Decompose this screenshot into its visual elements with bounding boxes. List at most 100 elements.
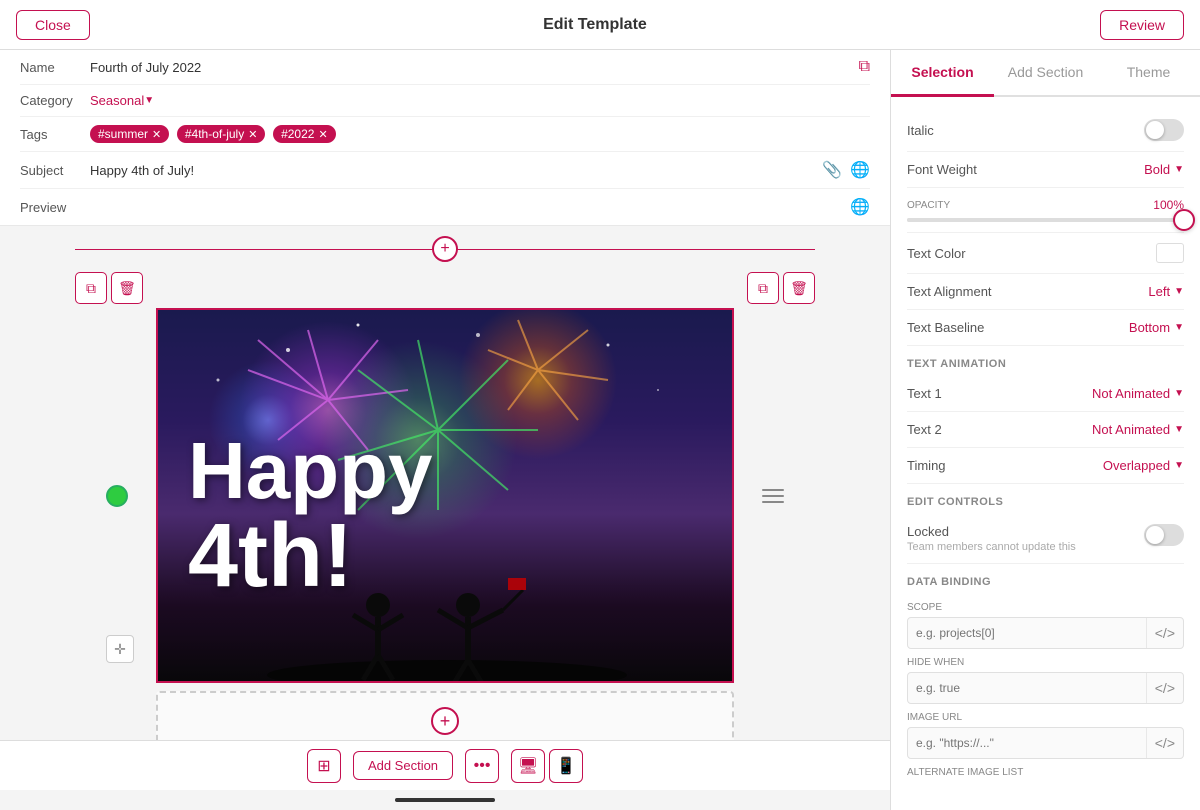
tab-bar: Selection Add Section Theme	[891, 50, 1200, 97]
hide-when-input[interactable]	[908, 675, 1146, 701]
locked-toggle[interactable]	[1144, 524, 1184, 546]
image-block[interactable]: Happy 4th!	[156, 308, 734, 683]
italic-toggle-knob	[1146, 121, 1164, 139]
edit-controls-header: Edit Controls	[907, 484, 1184, 514]
italic-toggle[interactable]	[1144, 119, 1184, 141]
scope-input[interactable]	[908, 620, 1146, 646]
font-weight-label: Font Weight	[907, 162, 977, 177]
tag-summer-remove[interactable]: ✕	[152, 128, 161, 141]
ham-line-2	[762, 495, 784, 497]
scope-code-button[interactable]: </>	[1146, 618, 1183, 648]
tab-theme[interactable]: Theme	[1097, 50, 1200, 97]
add-section-above-button[interactable]: +	[432, 236, 458, 262]
hide-when-label: HIDE WHEN	[907, 657, 1184, 668]
section-controls-top: ⧉ 🗑 ⧉ 🗑	[75, 268, 815, 308]
text1-animation-label: Text 1	[907, 386, 942, 401]
copy-section-right-button[interactable]: ⧉	[747, 272, 779, 304]
category-label: Category	[20, 93, 90, 108]
image-url-input-row: </>	[907, 727, 1184, 759]
text2-animation-value[interactable]: Not Animated ▼	[1092, 422, 1184, 437]
text-alignment-value[interactable]: Left ▼	[1148, 284, 1184, 299]
name-value: Fourth of July 2022	[90, 60, 859, 75]
category-row: Category Seasonal ▼	[20, 85, 870, 117]
globe-icon[interactable]: 🌐	[850, 160, 870, 180]
plus-line-top: +	[75, 230, 815, 268]
text-animation-header: Text Animation	[907, 346, 1184, 376]
image-url-input[interactable]	[908, 730, 1146, 756]
tag-2022[interactable]: #2022 ✕	[273, 125, 336, 143]
hide-when-input-row: </>	[907, 672, 1184, 704]
image-url-label: IMAGE URL	[907, 712, 1184, 723]
copy-icon[interactable]: ⧉	[859, 58, 870, 76]
text2-animation-text: Not Animated	[1092, 422, 1170, 437]
happy-text: Happy	[188, 431, 433, 511]
bottom-toolbar: ⊞ Add Section ••• 🖥 📱	[0, 740, 890, 790]
move-handle[interactable]: ✛	[106, 635, 134, 663]
preview-globe-icon[interactable]: 🌐	[850, 197, 870, 217]
add-section-button[interactable]: Add Section	[353, 751, 453, 780]
name-label: Name	[20, 60, 90, 75]
text-color-swatch[interactable]	[1156, 243, 1184, 263]
hide-when-code-button[interactable]: </>	[1146, 673, 1183, 703]
text2-animation-label: Text 2	[907, 422, 942, 437]
status-dot	[106, 485, 128, 507]
text1-animation-arrow-icon: ▼	[1174, 388, 1184, 399]
subject-label: Subject	[20, 163, 90, 178]
text1-animation-value[interactable]: Not Animated ▼	[1092, 386, 1184, 401]
text-color-row: Text Color	[907, 233, 1184, 274]
text-alignment-row: Text Alignment Left ▼	[907, 274, 1184, 310]
opacity-slider-thumb[interactable]	[1173, 209, 1195, 231]
font-weight-value[interactable]: Bold ▼	[1144, 162, 1184, 177]
left-panel: Name Fourth of July 2022 ⧉ Category Seas…	[0, 50, 890, 810]
more-options-button[interactable]: •••	[465, 749, 499, 783]
attach-icon[interactable]: 📎	[822, 160, 842, 180]
ham-line-3	[762, 501, 784, 503]
opacity-label-row: OPACITY 100%	[907, 198, 1184, 212]
text-baseline-label: Text Baseline	[907, 320, 984, 335]
text-baseline-text: Bottom	[1129, 320, 1170, 335]
delete-section-right-button[interactable]: 🗑	[783, 272, 815, 304]
tab-add-section[interactable]: Add Section	[994, 50, 1097, 97]
review-button[interactable]: Review	[1100, 10, 1184, 40]
category-value[interactable]: Seasonal	[90, 93, 144, 108]
desktop-view-button[interactable]: 🖥	[511, 749, 545, 783]
text-baseline-row: Text Baseline Bottom ▼	[907, 310, 1184, 346]
timing-label: Timing	[907, 458, 946, 473]
right-panel: Selection Add Section Theme Italic Font …	[890, 50, 1200, 810]
tag-4th[interactable]: #4th-of-july ✕	[177, 125, 266, 143]
locked-section: Locked Team members cannot update this	[907, 514, 1184, 564]
add-content-placeholder: +	[156, 691, 734, 740]
tag-4th-remove[interactable]: ✕	[248, 128, 257, 141]
subject-icons: 📎 🌐	[822, 160, 870, 180]
section-block: ⧉ 🗑 ⧉ 🗑	[75, 268, 815, 740]
locked-toggle-knob	[1146, 526, 1164, 544]
tag-summer[interactable]: #summer ✕	[90, 125, 169, 143]
text-alignment-text: Left	[1148, 284, 1170, 299]
grid-button[interactable]: ⊞	[307, 749, 341, 783]
opacity-slider-track[interactable]	[907, 218, 1184, 222]
image-url-field: IMAGE URL </>	[907, 712, 1184, 759]
locked-text: Locked Team members cannot update this	[907, 524, 1076, 553]
image-block-wrapper: Happy 4th!	[156, 308, 734, 683]
mobile-view-button[interactable]: 📱	[549, 749, 583, 783]
font-weight-text: Bold	[1144, 162, 1170, 177]
tag-2022-remove[interactable]: ✕	[318, 128, 327, 141]
text-baseline-arrow-icon: ▼	[1174, 322, 1184, 333]
timing-value[interactable]: Overlapped ▼	[1103, 458, 1184, 473]
image-url-code-button[interactable]: </>	[1146, 728, 1183, 758]
delete-section-button[interactable]: 🗑	[111, 272, 143, 304]
copy-section-button[interactable]: ⧉	[75, 272, 107, 304]
hide-when-field: HIDE WHEN </>	[907, 657, 1184, 704]
text-color-label: Text Color	[907, 246, 966, 261]
right-ctrl-group: ⧉ 🗑	[747, 272, 815, 304]
category-arrow-icon: ▼	[144, 95, 154, 106]
add-content-button[interactable]: +	[431, 707, 459, 735]
close-button[interactable]: Close	[16, 10, 90, 40]
canvas-area: + ⧉ 🗑 ⧉ 🗑	[0, 226, 890, 740]
tab-selection[interactable]: Selection	[891, 50, 994, 97]
device-icons: 🖥 📱	[511, 749, 583, 783]
drag-handle[interactable]	[762, 489, 784, 503]
template-wrapper: + ⧉ 🗑 ⧉ 🗑	[0, 226, 890, 740]
text-baseline-value[interactable]: Bottom ▼	[1129, 320, 1184, 335]
fourth-text: 4th!	[188, 511, 353, 601]
